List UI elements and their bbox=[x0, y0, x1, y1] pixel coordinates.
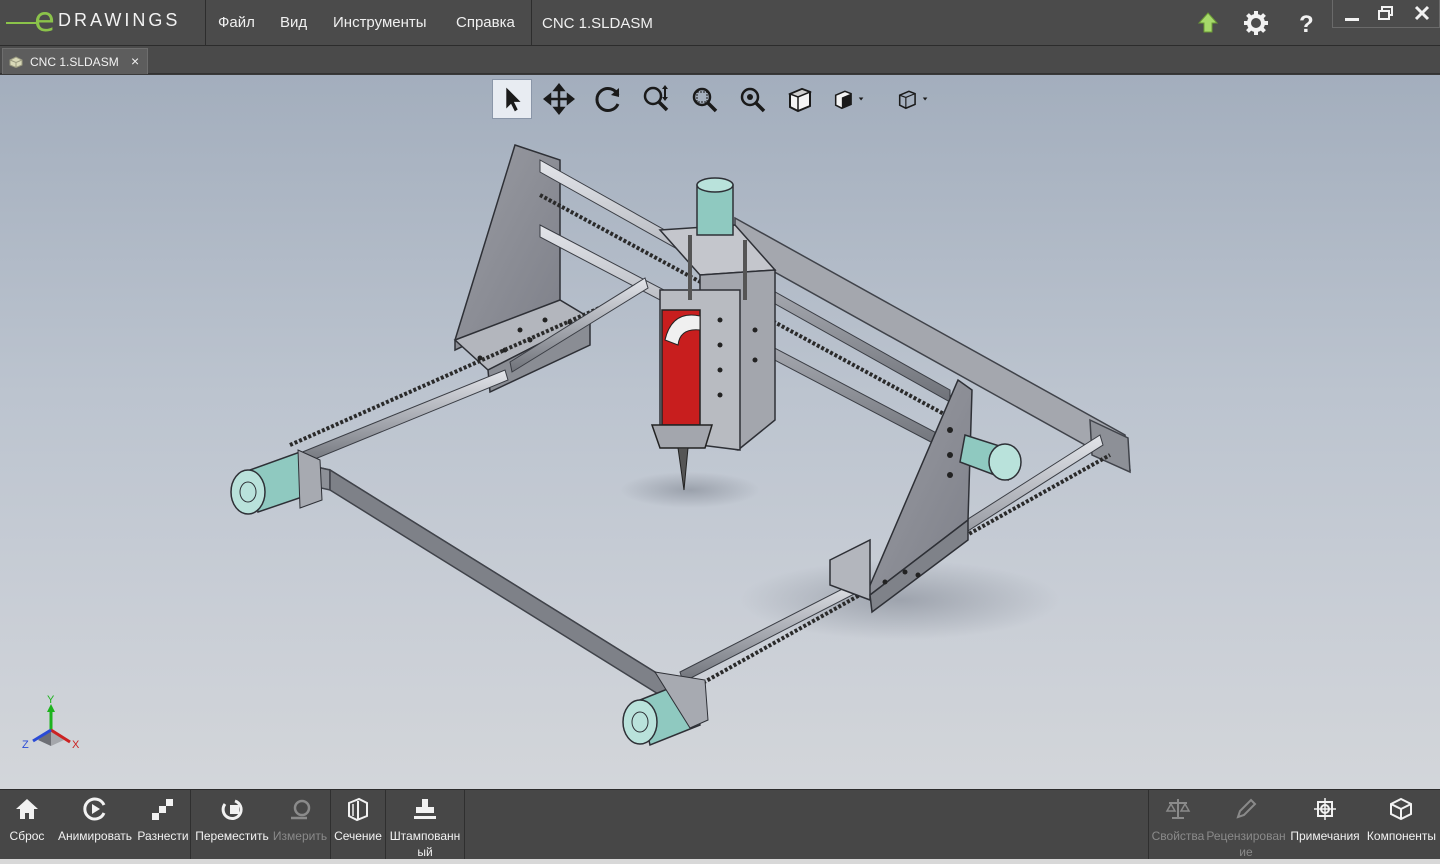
zoom-area-icon[interactable] bbox=[684, 79, 724, 119]
stamp-icon bbox=[414, 799, 436, 819]
markup-button[interactable]: Примечания bbox=[1287, 790, 1363, 864]
toolbar-separator bbox=[464, 790, 465, 864]
stamp-label: Штампованный bbox=[389, 829, 461, 859]
update-icon[interactable] bbox=[1193, 8, 1223, 38]
review-button[interactable]: Рецензирование bbox=[1206, 790, 1286, 864]
reset-button[interactable]: Сброс bbox=[0, 790, 54, 864]
menu-separator bbox=[531, 0, 532, 46]
view-toolbar bbox=[490, 78, 960, 119]
markup-icon bbox=[1314, 798, 1336, 820]
document-tab[interactable]: CNC 1.SLDASM × bbox=[2, 48, 148, 74]
properties-label: Свойства bbox=[1151, 829, 1205, 843]
measure-label: Измерить bbox=[272, 829, 328, 843]
bottom-toolbar: Сброс Анимировать Разнести Переместить И… bbox=[0, 789, 1440, 864]
zoom-icon[interactable] bbox=[732, 79, 772, 119]
triad-x-label: X bbox=[72, 739, 80, 751]
restore-icon[interactable] bbox=[1377, 5, 1395, 21]
animate-button[interactable]: Анимировать bbox=[54, 790, 136, 864]
components-label: Компоненты bbox=[1366, 829, 1437, 843]
logo-word: DRAWINGS bbox=[58, 10, 181, 30]
gear-icon[interactable] bbox=[1241, 8, 1271, 38]
tab-close-icon[interactable]: × bbox=[131, 53, 139, 69]
select-arrow-icon[interactable] bbox=[492, 79, 532, 119]
minimize-icon[interactable] bbox=[1343, 8, 1361, 22]
view-orientation-icon[interactable] bbox=[780, 79, 820, 119]
animate-label: Анимировать bbox=[57, 829, 133, 843]
triad-y-label: Y bbox=[47, 694, 55, 706]
tab-label: CNC 1.SLDASM bbox=[30, 55, 119, 69]
cnc-assembly-model[interactable] bbox=[0, 75, 1440, 789]
review-label: Рецензирование bbox=[1206, 829, 1286, 859]
components-icon bbox=[1390, 797, 1412, 821]
menu-file[interactable]: Файл bbox=[218, 14, 255, 31]
move-label: Переместить bbox=[195, 829, 269, 843]
window-controls bbox=[1332, 0, 1440, 28]
zoom-fit-icon[interactable] bbox=[636, 79, 676, 119]
move-component-button[interactable]: Переместить bbox=[193, 790, 271, 864]
section-button[interactable]: Сечение bbox=[332, 790, 384, 864]
move-component-icon bbox=[221, 799, 243, 820]
measure-button[interactable]: Измерить bbox=[271, 790, 329, 864]
menu-view[interactable]: Вид bbox=[280, 14, 307, 31]
z-axis-motor bbox=[696, 177, 734, 236]
document-title: CNC 1.SLDASM bbox=[542, 15, 653, 32]
taskbar-edge bbox=[0, 859, 1440, 864]
stamp-button[interactable]: Штампованный bbox=[387, 790, 463, 864]
markup-label: Примечания bbox=[1290, 829, 1360, 843]
properties-button[interactable]: Свойства bbox=[1150, 790, 1206, 864]
tab-strip: CNC 1.SLDASM × bbox=[0, 46, 1440, 74]
measure-icon bbox=[291, 799, 311, 820]
title-bar: e DRAWINGS Файл Вид Инструменты Справка … bbox=[0, 0, 1440, 46]
stepper-motor-left bbox=[230, 449, 323, 515]
scales-icon bbox=[1165, 799, 1191, 819]
explode-icon bbox=[152, 799, 173, 820]
edrawings-logo: e DRAWINGS bbox=[0, 0, 206, 46]
toolbar-separator bbox=[385, 790, 386, 864]
components-button[interactable]: Компоненты bbox=[1363, 790, 1440, 864]
rotate-icon[interactable] bbox=[588, 79, 628, 119]
reset-label: Сброс bbox=[9, 829, 45, 843]
close-icon[interactable] bbox=[1413, 5, 1431, 21]
triad-z-label: Z bbox=[22, 739, 29, 751]
help-icon[interactable]: ? bbox=[1291, 8, 1321, 38]
toolbar-separator bbox=[1148, 790, 1149, 864]
section-icon bbox=[348, 797, 368, 822]
logo-letter: e bbox=[34, 0, 55, 40]
assembly-icon bbox=[9, 56, 23, 68]
explode-button[interactable]: Разнести bbox=[136, 790, 190, 864]
section-views-icon[interactable] bbox=[892, 79, 932, 119]
home-icon bbox=[16, 799, 38, 819]
logo-arrow bbox=[6, 22, 36, 24]
pan-icon[interactable] bbox=[539, 79, 579, 119]
coordinate-triad: Y X Z bbox=[22, 694, 80, 751]
toolbar-separator bbox=[330, 790, 331, 864]
section-label: Сечение bbox=[334, 829, 382, 843]
shadow bbox=[620, 472, 760, 508]
menu-tools[interactable]: Инструменты bbox=[333, 14, 427, 31]
toolbar-separator bbox=[190, 790, 191, 864]
pencil-icon bbox=[1236, 798, 1257, 819]
stepper-motor-front bbox=[622, 671, 709, 747]
svg-text:?: ? bbox=[1299, 11, 1314, 38]
animate-icon bbox=[83, 797, 106, 821]
explode-label: Разнести bbox=[137, 829, 189, 843]
menu-help[interactable]: Справка bbox=[456, 14, 515, 31]
graphics-viewport[interactable]: Y X Z bbox=[0, 75, 1440, 789]
display-style-icon[interactable] bbox=[828, 79, 868, 119]
